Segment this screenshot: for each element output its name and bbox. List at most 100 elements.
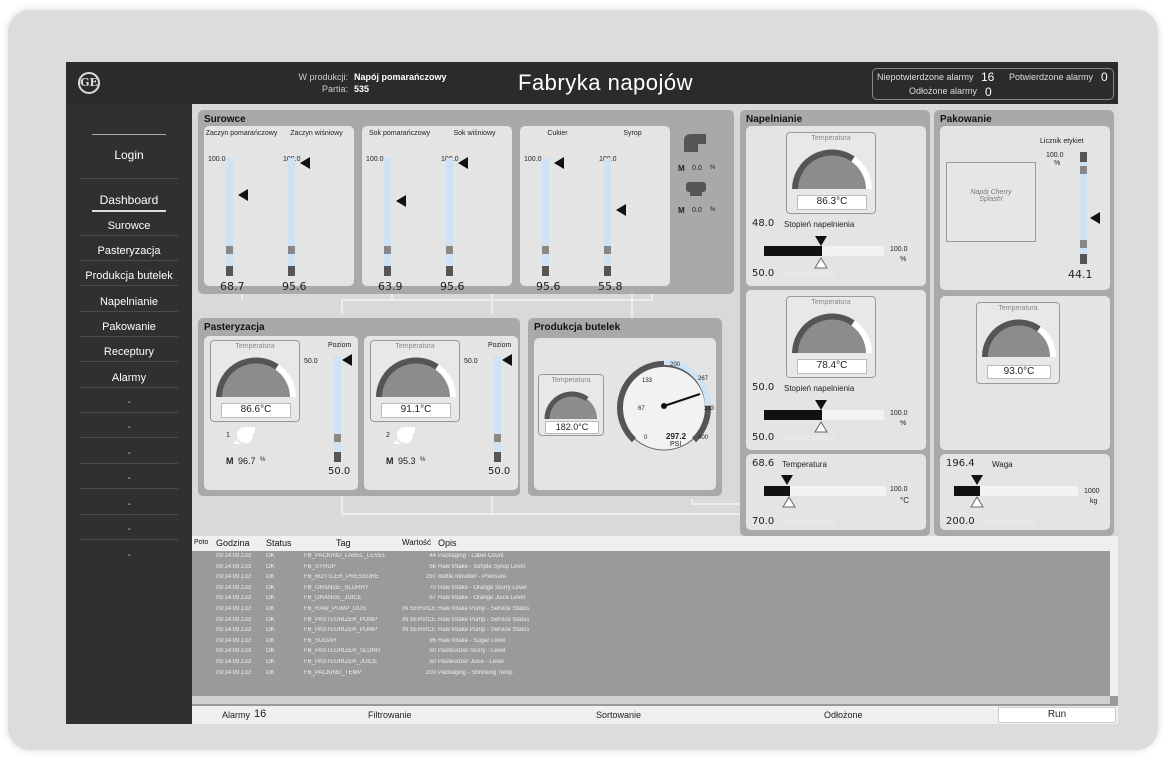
pressure-dial[interactable]	[612, 354, 716, 458]
nav-placeholder[interactable]: -	[66, 422, 192, 433]
pump-icon[interactable]	[232, 424, 256, 446]
alarm-summary[interactable]: Niepotwierdzone alarmy 16 Potwierdzone a…	[872, 68, 1114, 100]
divider	[80, 387, 178, 388]
fill-label: Stopień napelnienia	[784, 384, 855, 393]
nav-placeholder[interactable]: -	[66, 499, 192, 510]
table-cell: 09:14:09.133	[216, 553, 252, 559]
fill-setpoint[interactable]: 50.0	[752, 268, 774, 279]
fill-setpoint[interactable]: 50.0	[752, 432, 774, 443]
nav-receptury[interactable]: Receptury	[66, 346, 192, 358]
ge-logo: GE	[78, 72, 100, 94]
actual-marker-icon	[814, 398, 828, 416]
dial-tick-label: 67	[638, 406, 645, 412]
nav-placeholder[interactable]: -	[66, 397, 192, 408]
table-cell: 09:14:09.133	[216, 584, 252, 591]
nav-alarmy[interactable]: Alarmy	[66, 372, 192, 384]
counter-value: 44.1	[1068, 268, 1093, 281]
temperature-gauge[interactable]: Temperatura 93.0°C	[976, 302, 1060, 384]
setpoint-marker-icon[interactable]	[782, 496, 796, 508]
table-row[interactable]: 09:14:09.133 OK FB_SUGAR 96 Raw Intake - Sug…	[192, 637, 1110, 648]
divider	[80, 463, 178, 464]
level-marker-icon	[458, 157, 468, 170]
gauge-dial	[376, 357, 456, 398]
nav-placeholder[interactable]: -	[66, 473, 192, 484]
run-button[interactable]: Run	[998, 707, 1116, 723]
vertical-scrollbar[interactable]	[1110, 536, 1118, 696]
divider	[80, 488, 178, 489]
col-godzina[interactable]: Godzina	[216, 538, 250, 548]
pump-icon[interactable]	[682, 132, 708, 154]
table-row[interactable]: 09:14:09.133 OK FB_PASTEURIZER_PUMP IN SERV…	[192, 616, 1110, 627]
shelved-button[interactable]: Odłożone	[824, 710, 863, 720]
nav-pasteryzacja[interactable]: Pasteryzacja	[66, 245, 192, 257]
table-cell: OK	[266, 659, 275, 665]
temperature-gauge[interactable]: Temperatura 78.4°C	[786, 296, 876, 378]
nav-produkcja-butelek[interactable]: Produkcja butelek	[66, 270, 192, 282]
nav-placeholder[interactable]: -	[66, 550, 192, 561]
tank-bottom	[384, 266, 391, 276]
sort-button[interactable]: Sortowanie	[596, 710, 641, 720]
produkcja-title: Produkcja butelek	[534, 322, 621, 333]
slider-fill	[764, 486, 790, 496]
table-cell: FB_SYRUP	[304, 563, 336, 570]
col-status[interactable]: Status	[266, 538, 292, 548]
nav-dashboard[interactable]: Dashboard	[66, 193, 192, 207]
table-row[interactable]: 09:14:09.133 OK FB_PASTEURIZER_JUICE 50 Past…	[192, 658, 1110, 669]
table-row[interactable]: 09:14:09.133 OK FB_PACKING_TEMP 203 Packagin…	[192, 669, 1110, 680]
horizontal-scrollbar[interactable]	[192, 696, 1110, 704]
table-cell: Raw Intake Pump - Service Status	[438, 606, 530, 612]
fill-label: Stopień napelnienia	[784, 220, 855, 229]
col-opis[interactable]: Opis	[438, 538, 457, 548]
slider-unit: °C	[900, 496, 909, 505]
col-poto[interactable]: Poto	[194, 539, 208, 546]
table-row[interactable]: 09:14:09.133 OK FB_ORANGE_JUICE 67 Raw Intak…	[192, 594, 1110, 605]
table-cell: FB_PASTEURIZER_JUICE	[304, 659, 378, 665]
motor-icon[interactable]	[684, 180, 710, 198]
tank-bottom	[226, 266, 233, 276]
temperature-gauge[interactable]: Temperatura 86.3°C	[786, 132, 876, 214]
table-cell: OK	[266, 584, 275, 591]
table-cell: FB_PASTEURIZER_PUMP	[304, 616, 378, 623]
nav-napelnianie[interactable]: Napelnianie	[66, 296, 192, 308]
tank-band	[384, 246, 391, 254]
table-cell: FB_PACKING_TEMP	[304, 669, 362, 676]
level-marker-icon	[396, 194, 406, 207]
slider-setpoint[interactable]: 200.0	[946, 516, 975, 527]
tank-tube	[542, 158, 549, 276]
divider	[80, 539, 178, 540]
pump-icon[interactable]	[392, 424, 416, 446]
table-row[interactable]: 09:14:09.133 OK FB_PACKING_LABEL_LEVEL 44 Pa…	[192, 552, 1110, 563]
tank-bottom	[542, 266, 549, 276]
nav-placeholder[interactable]: -	[66, 448, 192, 459]
slider-setpoint[interactable]: 70.0	[752, 516, 774, 527]
produkcja-group: Produkcja butelek Temperatura 182.0°C 0 6…	[528, 318, 722, 496]
nav-pakowanie[interactable]: Pakowanie	[66, 321, 192, 333]
table-row[interactable]: 09:14:09.133 OK FB_SYRUP 56 Raw Intake - Sim…	[192, 563, 1110, 574]
filter-button[interactable]: Filtrowanie	[368, 710, 412, 720]
level-marker-icon	[616, 204, 626, 217]
col-tag[interactable]: Tag	[336, 538, 351, 548]
table-row[interactable]: 09:14:09.133 OK FB_RAW_PUMP_OOS IN SERVICE R…	[192, 605, 1110, 616]
tank-label: Syrop	[623, 130, 642, 137]
production-value: Napój pomarańczowy	[354, 72, 447, 82]
login-button[interactable]: Login	[66, 148, 192, 162]
gauge-dial	[981, 319, 1057, 358]
table-row[interactable]: 09:14:09.133 OK FB_ORANGE_SLURRY 70 Raw Inta…	[192, 584, 1110, 595]
temperature-gauge[interactable]: Temperatura 86.6°C	[210, 340, 300, 422]
table-row[interactable]: 09:14:09.133 OK FB_BOTTLER_PRESSURE 297 Bott…	[192, 573, 1110, 584]
temperature-gauge[interactable]: Temperatura 91.1°C	[370, 340, 460, 422]
table-cell: OK	[266, 574, 275, 581]
setpoint-marker-icon[interactable]	[970, 496, 984, 508]
product-image: Napój Cherry Splash!	[946, 162, 1036, 242]
nav-surowce[interactable]: Surowce	[66, 220, 192, 232]
temperature-gauge[interactable]: Temperatura 182.0°C	[538, 374, 604, 436]
tube-band	[1080, 166, 1087, 174]
table-row[interactable]: 09:14:09.133 OK FB_PASTEURIZER_PUMP IN SERV…	[192, 626, 1110, 637]
napelnianie-title: Napelnianie	[746, 114, 803, 125]
table-cell: OK	[266, 563, 275, 570]
col-wartosc[interactable]: Wartość	[402, 538, 431, 547]
batch-value: 535	[354, 84, 370, 94]
nav-placeholder[interactable]: -	[66, 524, 192, 535]
table-row[interactable]: 09:14:09.133 OK FB_PASTEURIZER_SLURR 50 Past…	[192, 647, 1110, 658]
slider-unit: %	[900, 420, 907, 427]
